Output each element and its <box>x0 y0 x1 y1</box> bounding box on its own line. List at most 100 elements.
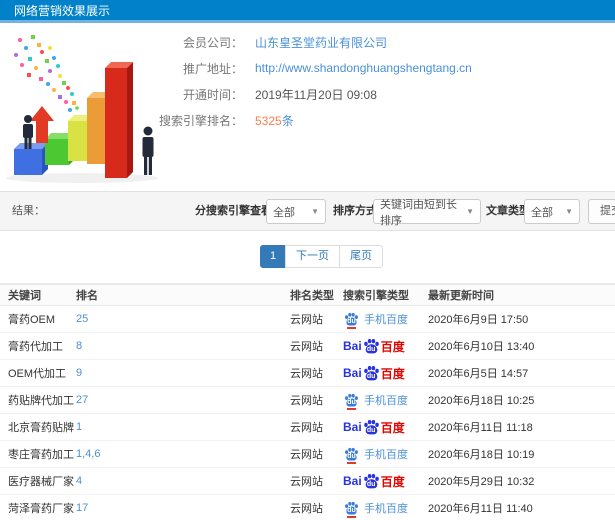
baidu-logo-name: 百度 <box>380 420 405 435</box>
mobile-baidu-label: 手机百度 <box>364 314 408 326</box>
mobile-baidu-paw-icon: du <box>344 393 359 410</box>
title-bar: 网络营销效果展示 <box>0 0 615 23</box>
open-time-row: 开通时间： 2019年11月20日 09:08 <box>118 86 472 102</box>
rank-type-cell: 云网站 <box>290 503 323 515</box>
ranking-count-label: 搜索引擎排名： <box>158 113 243 128</box>
rank-link[interactable]: 1 <box>76 421 290 433</box>
rank-link[interactable]: 9 <box>76 367 290 379</box>
promo-url-link[interactable]: http://www.shandonghuangshengtang.cn <box>255 61 472 75</box>
mobile-baidu-label: 手机百度 <box>364 449 408 461</box>
confetti-dots <box>14 35 79 120</box>
engine-filter-selected-value: 全部 <box>273 206 295 219</box>
mobile-baidu-label: 手机百度 <box>364 395 408 407</box>
table-row: 菏泽膏药厂家 17 云网站 du 手机百度 2020年6月11日 11:40 <box>0 495 615 520</box>
table-row: 枣庄膏药加工 1,4,6 云网站 du 手机百度 2020年6月18日 10:1… <box>0 441 615 468</box>
company-info: 会员公司： 山东皇圣堂药业有限公司 推广地址： http://www.shand… <box>118 34 472 138</box>
engine-cell: du 手机百度 <box>343 500 428 518</box>
company-link[interactable]: 山东皇圣堂药业有限公司 <box>255 34 387 51</box>
engine-cell: du 手机百度 <box>343 392 428 410</box>
rank-type-cell: 云网站 <box>290 314 323 326</box>
baidu-paw-icon: du <box>363 365 380 381</box>
keyword-cell: 膏药OEM <box>8 314 56 326</box>
updated-cell: 2020年6月18日 10:25 <box>428 395 535 407</box>
sort-label: 排序方式 <box>333 205 377 217</box>
chevron-down-icon: ▼ <box>311 207 319 216</box>
rank-type-cell: 云网站 <box>290 476 323 488</box>
rank-link[interactable]: 1,4,6 <box>76 448 290 460</box>
page-title: 网络营销效果展示 <box>14 4 111 18</box>
open-time-value: 2019年11月20日 09:08 <box>255 87 377 102</box>
rank-type-cell: 云网站 <box>290 368 323 380</box>
engine-filter-select[interactable]: 全部 ▼ <box>266 199 326 224</box>
header-engine-type: 搜索引擎类型 <box>343 290 409 302</box>
next-page-button[interactable]: 下一页 <box>285 245 340 268</box>
header-updated: 最新更新时间 <box>428 290 494 302</box>
rank-link[interactable]: 27 <box>76 394 290 406</box>
article-type-select[interactable]: 全部 ▼ <box>524 199 580 224</box>
ranking-count-value[interactable]: 5325条 <box>255 112 294 129</box>
baidu-logo-text: Bai <box>343 420 362 434</box>
keyword-cell: 药贴牌代加工 <box>8 395 74 407</box>
info-section: 会员公司： 山东皇圣堂药业有限公司 推广地址： http://www.shand… <box>0 26 615 189</box>
rank-type-cell: 云网站 <box>290 449 323 461</box>
engine-cell: Bai du 百度 <box>343 365 428 382</box>
updated-cell: 2020年6月11日 11:40 <box>428 503 533 515</box>
keyword-cell: 菏泽膏药厂家 <box>8 503 74 515</box>
submit-button[interactable]: 提交 <box>588 199 615 224</box>
filter-bar: 结果： 分搜索引擎查看 全部 ▼ 排序方式 关键词由短到长排序 ▼ 文章类型 全… <box>0 191 615 231</box>
keyword-cell: 北京膏药贴牌 <box>8 422 74 434</box>
baidu-logo-text: Bai <box>343 474 362 488</box>
table-header-row: 关键词 排名 排名类型 搜索引擎类型 最新更新时间 <box>0 283 615 306</box>
baidu-paw-icon: du <box>363 473 380 489</box>
baidu-logo-text: Bai <box>343 366 362 380</box>
keyword-cell: 枣庄膏药加工 <box>8 449 74 461</box>
baidu-paw-icon: du <box>363 419 380 435</box>
chevron-down-icon: ▼ <box>565 207 573 216</box>
table-row: 膏药OEM 25 云网站 du 手机百度 2020年6月9日 17:50 <box>0 306 615 333</box>
rank-link[interactable]: 8 <box>76 340 290 352</box>
engine-cell: du 手机百度 <box>343 311 428 329</box>
sort-select[interactable]: 关键词由短到长排序 ▼ <box>373 199 481 227</box>
updated-cell: 2020年6月10日 13:40 <box>428 341 535 353</box>
chevron-down-icon: ▼ <box>466 207 474 216</box>
ranking-count-unit: 条 <box>281 113 294 128</box>
mobile-baidu-paw-icon: du <box>344 312 359 329</box>
mobile-baidu-paw-icon: du <box>344 447 359 464</box>
marketing-report-window: 网络营销效果展示 会员公司： 山东皇圣堂药业有限公司 推广地址： http://… <box>0 0 615 520</box>
rank-type-cell: 云网站 <box>290 422 323 434</box>
result-label: 结果： <box>12 205 45 217</box>
keyword-cell: 医疗器械厂家 <box>8 476 74 488</box>
article-type-selected-value: 全部 <box>531 206 553 219</box>
rank-link[interactable]: 25 <box>76 313 290 325</box>
mobile-baidu-label: 手机百度 <box>364 503 408 515</box>
engine-cell: du 手机百度 <box>343 446 428 464</box>
engine-cell: Bai du 百度 <box>343 419 428 436</box>
table-row: 北京膏药贴牌 1 云网站 Bai du 百度 2020年6月11日 11:18 <box>0 414 615 441</box>
rank-link[interactable]: 17 <box>76 502 290 514</box>
sort-selected-value: 关键词由短到长排序 <box>380 198 457 227</box>
updated-cell: 2020年6月9日 17:50 <box>428 314 529 326</box>
page-1-button[interactable]: 1 <box>260 245 286 268</box>
open-time-label: 开通时间： <box>182 87 243 102</box>
keyword-cell: 膏药代加工 <box>8 341 63 353</box>
promo-url-label: 推广地址： <box>182 61 243 76</box>
updated-cell: 2020年6月11日 11:18 <box>428 422 533 434</box>
header-rank: 排名 <box>76 290 98 302</box>
updated-cell: 2020年5月29日 10:32 <box>428 476 535 488</box>
results-table: 关键词 排名 排名类型 搜索引擎类型 最新更新时间 膏药OEM 25 云网站 d… <box>0 283 615 520</box>
company-label: 会员公司： <box>182 35 243 50</box>
updated-cell: 2020年6月18日 10:19 <box>428 449 535 461</box>
baidu-logo-name: 百度 <box>380 474 405 489</box>
ranking-count-row: 搜索引擎排名： 5325条 <box>118 112 472 128</box>
baidu-logo-name: 百度 <box>380 339 405 354</box>
engine-filter-label: 分搜索引擎查看 <box>195 205 272 217</box>
baidu-logo-text: Bai <box>343 339 362 353</box>
mobile-baidu-paw-icon: du <box>344 501 359 518</box>
last-page-button[interactable]: 尾页 <box>339 245 383 268</box>
table-row: 膏药代加工 8 云网站 Bai du 百度 2020年6月10日 13:40 <box>0 333 615 360</box>
baidu-logo-name: 百度 <box>380 366 405 381</box>
header-rank-type: 排名类型 <box>290 290 334 302</box>
rank-link[interactable]: 4 <box>76 475 290 487</box>
header-keyword: 关键词 <box>8 290 41 302</box>
company-row: 会员公司： 山东皇圣堂药业有限公司 <box>118 34 472 50</box>
